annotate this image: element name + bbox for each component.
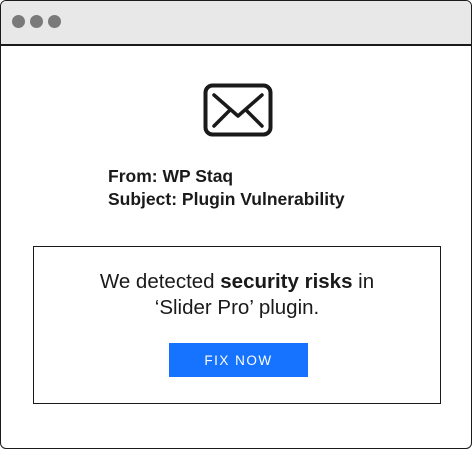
subject-line: Subject: Plugin Vulnerability bbox=[108, 188, 345, 211]
subject-value: Plugin Vulnerability bbox=[181, 189, 345, 209]
from-label: From: bbox=[108, 166, 158, 186]
envelope-icon bbox=[203, 83, 273, 137]
window-maximize-dot[interactable] bbox=[48, 15, 61, 28]
message-line-1: We detected security risks in bbox=[34, 269, 440, 295]
browser-window: From: WP Staq Subject: Plugin Vulnerabil… bbox=[0, 0, 472, 449]
message-box: We detected security risks in ‘Slider Pr… bbox=[33, 246, 441, 404]
subject-label: Subject: bbox=[108, 189, 178, 209]
message-text-after: in bbox=[352, 270, 375, 293]
message-text-bold: security risks bbox=[220, 270, 353, 293]
window-minimize-dot[interactable] bbox=[30, 15, 43, 28]
window-titlebar bbox=[1, 1, 471, 46]
message-text-before: We detected bbox=[99, 270, 221, 293]
from-value: WP Staq bbox=[162, 166, 234, 186]
window-close-dot[interactable] bbox=[12, 15, 25, 28]
from-line: From: WP Staq bbox=[108, 165, 345, 188]
email-headers: From: WP Staq Subject: Plugin Vulnerabil… bbox=[108, 165, 345, 211]
message-line-2: ‘Slider Pro’ plugin. bbox=[154, 296, 320, 319]
message-text: We detected security risks in ‘Slider Pr… bbox=[34, 269, 440, 321]
fix-now-button[interactable]: FIX NOW bbox=[169, 343, 308, 377]
